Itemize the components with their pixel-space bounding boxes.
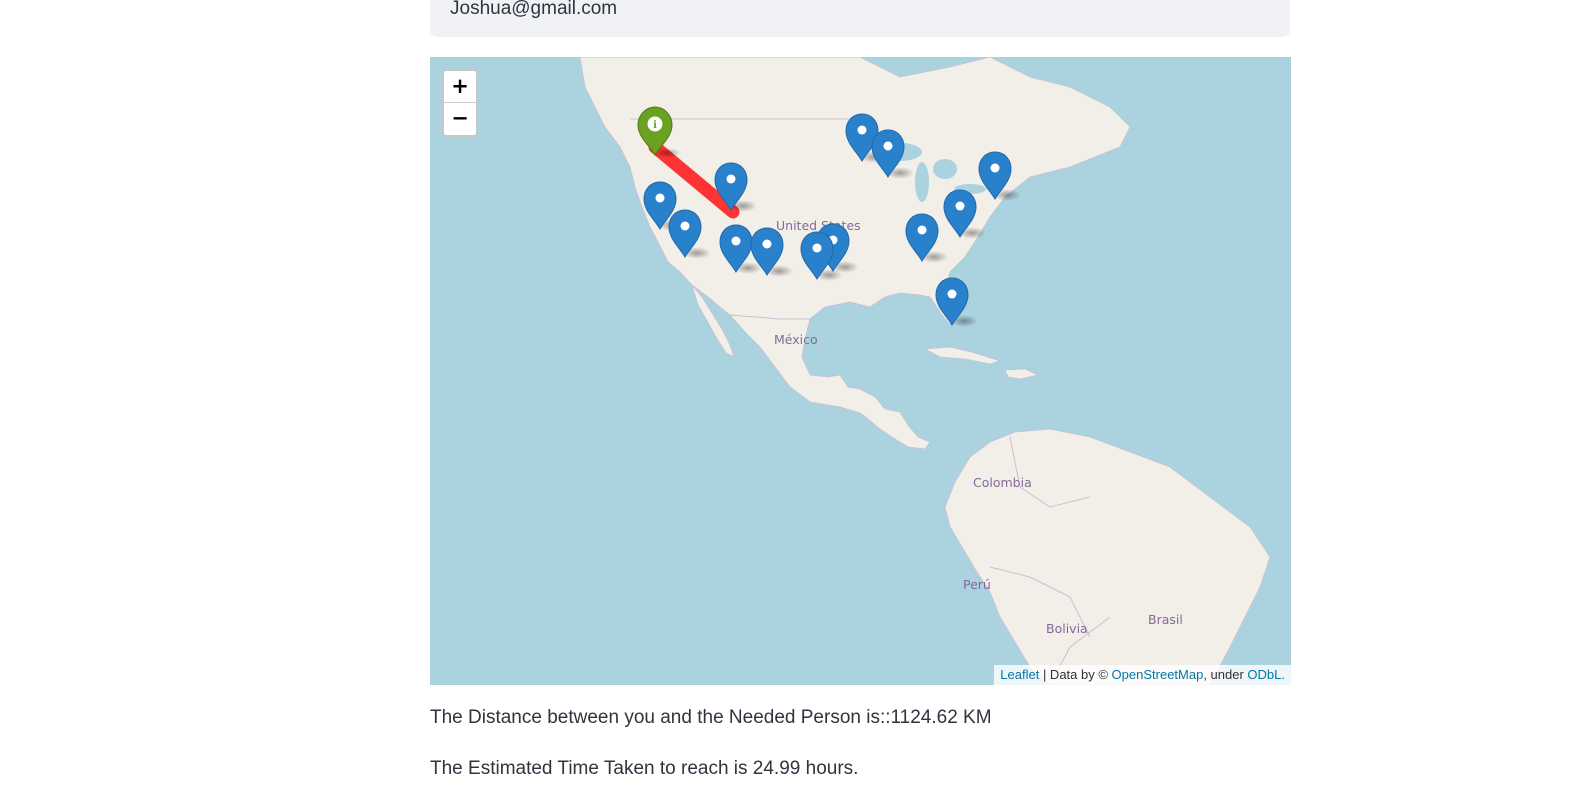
label-colombia: Colombia (973, 475, 1032, 490)
label-bolivia: Bolivia (1046, 621, 1088, 636)
label-brasil: Brasil (1148, 612, 1183, 627)
email-field[interactable]: Joshua@gmail.com (430, 0, 1290, 37)
email-value: Joshua@gmail.com (450, 0, 618, 19)
marker-dot (726, 174, 736, 184)
time-text: The Estimated Time Taken to reach is 24.… (430, 758, 859, 779)
marker-dot (955, 201, 965, 211)
marker-dot (762, 239, 772, 249)
lake-michigan (915, 162, 929, 202)
map-attribution: Leaflet | Data by © OpenStreetMap, under… (994, 665, 1291, 685)
label-united-states: United States (776, 218, 861, 233)
label-mexico: México (774, 332, 818, 347)
lake-huron (933, 159, 957, 179)
marker-dot (731, 236, 741, 246)
label-peru: Perú (963, 577, 991, 592)
marker-dot (857, 125, 867, 135)
zoom-control: + − (442, 69, 478, 137)
info-icon: i (647, 116, 663, 132)
attribution-under: , under (1203, 667, 1248, 682)
openstreetmap-link[interactable]: OpenStreetMap (1112, 667, 1204, 682)
svg-text:i: i (653, 120, 657, 131)
marker-dot (947, 289, 957, 299)
attribution-data-by: | Data by © (1039, 667, 1112, 682)
leaflet-link[interactable]: Leaflet (1000, 667, 1039, 682)
map[interactable]: United States México Colombia Perú Boliv… (430, 57, 1291, 685)
odbl-link[interactable]: ODbL. (1247, 667, 1285, 682)
marker-dot (655, 193, 665, 203)
map-tiles: United States México Colombia Perú Boliv… (430, 57, 1291, 685)
marker-dot (680, 221, 690, 231)
distance-text: The Distance between you and the Needed … (430, 707, 992, 728)
marker-dot (917, 225, 927, 235)
marker-dot (883, 141, 893, 151)
marker-dot (812, 243, 822, 253)
zoom-out-button[interactable]: − (444, 103, 476, 135)
zoom-in-button[interactable]: + (444, 71, 476, 103)
marker-dot (990, 163, 1000, 173)
